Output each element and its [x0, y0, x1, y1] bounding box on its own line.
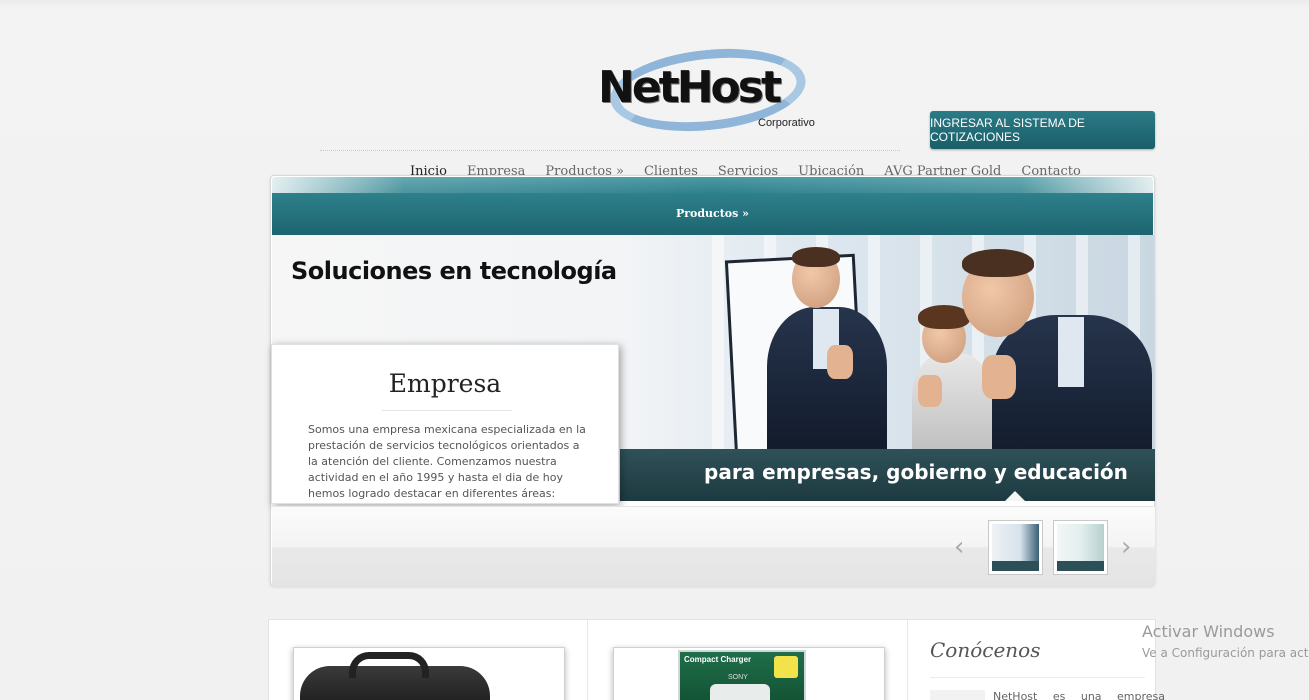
- slide-thumbnail-1[interactable]: [988, 520, 1043, 575]
- slider-category-bar: Productos »: [272, 177, 1153, 235]
- person-illustration: [962, 245, 1152, 465]
- product-image-charger[interactable]: Compact Charger SONY: [613, 647, 885, 700]
- featured-slider: Productos » Soluciones en tecnología par…: [270, 175, 1155, 586]
- empresa-card: Empresa Somos una empresa mexicana espec…: [271, 344, 619, 504]
- active-slide-indicator: [1005, 491, 1025, 501]
- charger-label: Compact Charger: [684, 655, 752, 664]
- logo-subtitle: Corporativo: [758, 117, 815, 129]
- logo-text: NetHost: [598, 62, 782, 113]
- empresa-card-title: Empresa: [388, 369, 502, 398]
- quote-system-button[interactable]: INGRESAR AL SISTEMA DE COTIZACIONES: [930, 111, 1155, 149]
- chevron-right-icon[interactable]: ›: [1121, 534, 1131, 560]
- activation-watermark-title: Activar Windows: [1142, 622, 1275, 641]
- chevron-left-icon[interactable]: ‹: [954, 534, 964, 560]
- nethost-logo[interactable]: NetHost Corporativo: [596, 39, 832, 141]
- banner-caption: para empresas, gobierno y educación: [704, 460, 1128, 484]
- charger-brand: SONY: [728, 674, 748, 681]
- slider-thumbnail-strip: ‹ ›: [272, 506, 1155, 586]
- activation-watermark-subtitle: Ve a Configuración para act: [1142, 646, 1309, 660]
- product-image-bag[interactable]: [293, 647, 565, 700]
- empresa-card-text: Somos una empresa mexicana especializada…: [308, 423, 586, 500]
- sidebar-text: NetHost es una empresa: [993, 690, 1166, 700]
- slide-thumbnail-2[interactable]: [1053, 520, 1108, 575]
- charger-image: Compact Charger SONY: [678, 650, 806, 700]
- banner-heading: Soluciones en tecnología: [291, 257, 617, 285]
- sidebar-title: Conócenos: [930, 638, 1041, 662]
- slider-category-link[interactable]: Productos »: [272, 207, 1153, 220]
- person-illustration: [767, 245, 907, 457]
- sidebar-thumbnail: [930, 690, 985, 700]
- header-divider: [320, 150, 900, 151]
